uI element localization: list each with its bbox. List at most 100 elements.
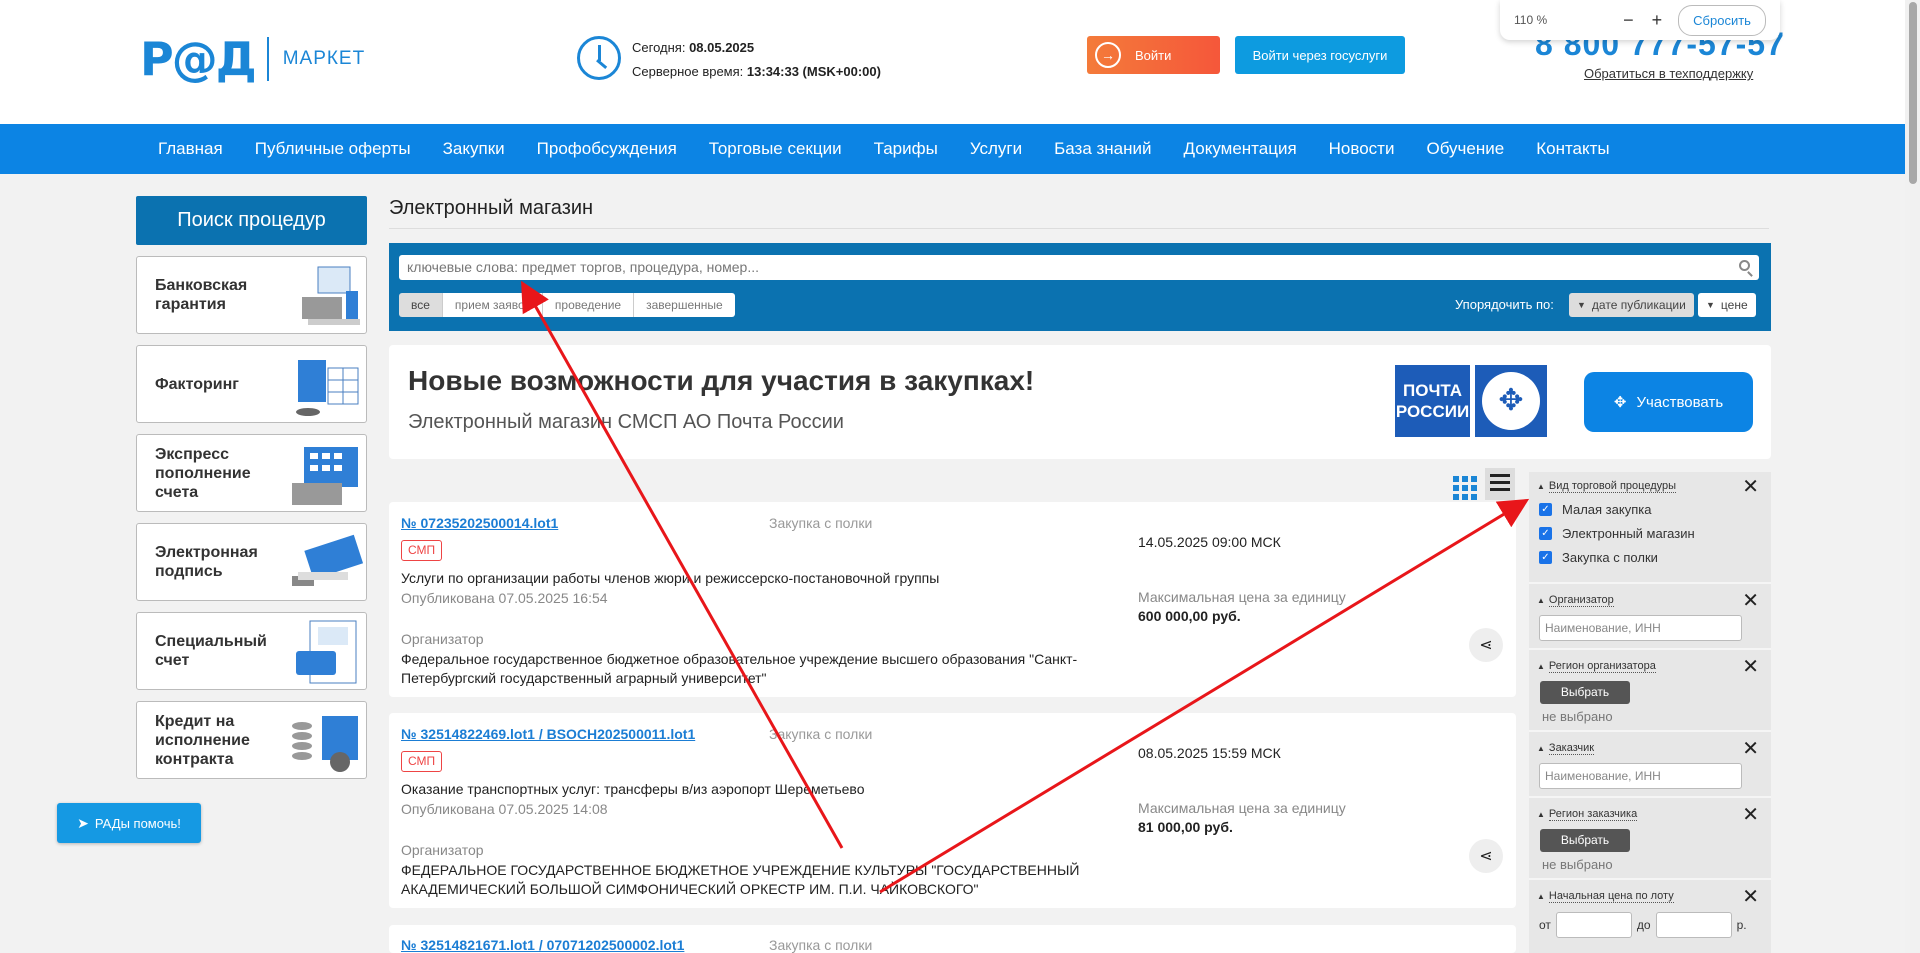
smp-badge: СМП xyxy=(401,540,443,561)
sidebar-card-contract-credit[interactable]: Кредит на исполнение контракта xyxy=(136,701,367,779)
filter-accepting[interactable]: прием заявок xyxy=(442,293,543,317)
filter-in-progress[interactable]: проведение xyxy=(542,293,635,317)
participate-button[interactable]: ✥ Участвовать xyxy=(1584,372,1753,432)
eagle-emblem-icon: ✥ xyxy=(1475,365,1547,437)
today-label: Сегодня: xyxy=(632,40,686,55)
promo-banner: Новые возможности для участия в закупках… xyxy=(389,345,1771,459)
close-icon[interactable]: ✕ xyxy=(1742,739,1759,759)
list-view-icon[interactable] xyxy=(1485,468,1515,500)
price-from-input[interactable] xyxy=(1555,912,1632,938)
procedure-title[interactable]: Оказание транспортных услуг: трансферы в… xyxy=(401,781,865,797)
nav-item-discussions[interactable]: Профобсуждения xyxy=(537,139,677,159)
procedure-card: № 32514822469.lot1 / BSOCH202500011.lot1… xyxy=(389,713,1516,908)
server-time-label: Серверное время: xyxy=(632,64,744,79)
sidebar-card-label: Банковская гарантия xyxy=(155,277,248,313)
close-icon[interactable]: ✕ xyxy=(1742,657,1759,677)
filter-panel: ▲ Вид торговой процедуры ✕ ✓ Малая закупка… xyxy=(1529,472,1771,953)
filter-section-header[interactable]: ▲ Заказчик xyxy=(1537,742,1595,755)
clock-icon xyxy=(577,36,621,80)
procedure-number-link[interactable]: № 32514821671.lot1 / 07071202500002.lot1 xyxy=(401,937,684,953)
share-icon[interactable]: ⋖ xyxy=(1469,839,1503,873)
gosuslugi-login-button[interactable]: Войти через госуслуги xyxy=(1235,36,1405,74)
nav-item-purchases[interactable]: Закупки xyxy=(443,139,505,159)
checkbox-shelf-purchase[interactable]: ✓ Закупка с полки xyxy=(1539,550,1658,565)
close-icon[interactable]: ✕ xyxy=(1742,805,1759,825)
sort-by-price-button[interactable]: ▼ цене xyxy=(1698,293,1756,317)
search-icon[interactable] xyxy=(1739,260,1750,271)
page-scrollbar[interactable] xyxy=(1905,0,1920,953)
filter-section-cust-region: ▲ Регион заказчика ✕ Выбрать не выбрано xyxy=(1529,798,1771,880)
procedure-type: Закупка с полки xyxy=(769,726,873,742)
support-link[interactable]: Обратиться в техподдержку xyxy=(1584,66,1753,81)
nav-item-public-offers[interactable]: Публичные оферты xyxy=(255,139,411,159)
help-telegram-button[interactable]: ➤ РАДы помочь! xyxy=(57,803,201,843)
filter-section-title: Заказчик xyxy=(1548,742,1595,755)
share-icon[interactable]: ⋖ xyxy=(1469,628,1503,662)
zoom-popup: 110 % − + Сбросить xyxy=(1500,0,1780,40)
nav-item-services[interactable]: Услуги xyxy=(970,139,1022,159)
sidebar-card-label: Специальный счет xyxy=(155,633,267,669)
close-icon[interactable]: ✕ xyxy=(1742,887,1759,907)
filter-section-header[interactable]: ▲ Начальная цена по лоту xyxy=(1537,890,1674,903)
nav-item-home[interactable]: Главная xyxy=(158,139,223,159)
scrollbar-thumb[interactable] xyxy=(1909,2,1917,184)
zoom-in-button[interactable]: + xyxy=(1652,10,1663,31)
sidebar-card-express-topup[interactable]: Экспресс пополнение счета xyxy=(136,434,367,512)
sidebar-card-factoring[interactable]: Факторинг xyxy=(136,345,367,423)
customer-input[interactable]: Наименование, ИНН xyxy=(1539,763,1742,789)
sidebar-card-e-signature[interactable]: Электронная подпись xyxy=(136,523,367,601)
filter-section-header[interactable]: ▲ Организатор xyxy=(1537,594,1614,607)
procedure-number-link[interactable]: № 07235202500014.lot1 xyxy=(401,515,558,531)
procedure-title[interactable]: Услуги по организации работы членов жюри… xyxy=(401,570,939,586)
filter-section-header[interactable]: ▲ Регион заказчика xyxy=(1537,808,1638,821)
published-date: Опубликована 07.05.2025 16:54 xyxy=(401,590,608,606)
sidebar-card-bank-guarantee[interactable]: Банковская гарантия xyxy=(136,256,367,334)
filter-completed[interactable]: завершенные xyxy=(634,293,735,317)
currency-label: р. xyxy=(1736,918,1747,932)
filter-section-title: Регион организатора xyxy=(1548,660,1656,673)
sidebar-card-special-account[interactable]: Специальный счет xyxy=(136,612,367,690)
procedure-number-link[interactable]: № 32514822469.lot1 / BSOCH202500011.lot1 xyxy=(401,726,695,742)
deadline-date: 08.05.2025 15:59 МСК xyxy=(1138,745,1281,761)
price-to-input[interactable] xyxy=(1655,912,1732,938)
nav-item-trade-sections[interactable]: Торговые секции xyxy=(709,139,842,159)
close-icon[interactable]: ✕ xyxy=(1742,477,1759,497)
logo-separator xyxy=(266,37,269,81)
nav-item-documentation[interactable]: Документация xyxy=(1184,139,1297,159)
sort-down-icon: ▼ xyxy=(1706,300,1715,310)
pochta-logo: ПОЧТА РОССИИ xyxy=(1395,365,1470,437)
nav-item-news[interactable]: Новости xyxy=(1329,139,1395,159)
price-label: Максимальная цена за единицу xyxy=(1138,589,1346,605)
filter-section-header[interactable]: ▲ Регион организатора xyxy=(1537,660,1656,673)
organizer-input[interactable]: Наименование, ИНН xyxy=(1539,615,1742,641)
login-button[interactable]: → Войти xyxy=(1087,36,1220,74)
price-value: 600 000,00 руб. xyxy=(1138,608,1241,624)
select-cust-region-button[interactable]: Выбрать xyxy=(1540,829,1630,852)
checkbox-e-shop[interactable]: ✓ Электронный магазин xyxy=(1539,526,1695,541)
check-icon: ✓ xyxy=(1539,527,1552,540)
zoom-reset-button[interactable]: Сбросить xyxy=(1678,4,1766,36)
zoom-out-button[interactable]: − xyxy=(1623,10,1634,31)
nav-item-training[interactable]: Обучение xyxy=(1426,139,1504,159)
filter-section-title: Начальная цена по лоту xyxy=(1548,890,1674,903)
nav-item-contacts[interactable]: Контакты xyxy=(1536,139,1609,159)
filter-all[interactable]: все xyxy=(399,293,443,317)
search-procedures-button[interactable]: Поиск процедур xyxy=(136,196,367,245)
sort-by-date-button[interactable]: ▼ дате публикации xyxy=(1569,293,1694,317)
grid-view-icon[interactable] xyxy=(1449,472,1477,500)
search-input[interactable]: ключевые слова: предмет торгов, процедур… xyxy=(399,255,1759,280)
procedure-card: № 07235202500014.lot1 Закупка с полки СМ… xyxy=(389,502,1516,697)
check-icon: ✓ xyxy=(1539,503,1552,516)
procedure-card: № 32514821671.lot1 / 07071202500002.lot1… xyxy=(389,925,1516,953)
status-filters: все прием заявок проведение завершенные xyxy=(399,293,735,317)
nav-item-knowledge-base[interactable]: База знаний xyxy=(1054,139,1151,159)
checkbox-small-purchase[interactable]: ✓ Малая закупка xyxy=(1539,502,1651,517)
close-icon[interactable]: ✕ xyxy=(1742,591,1759,611)
select-org-region-button[interactable]: Выбрать xyxy=(1540,681,1630,704)
site-logo[interactable]: Р@Д МАРКЕТ xyxy=(140,32,365,86)
filter-section-header[interactable]: ▲ Вид торговой процедуры xyxy=(1537,480,1677,493)
nav-item-tariffs[interactable]: Тарифы xyxy=(874,139,938,159)
zoom-level: 110 % xyxy=(1514,13,1548,27)
organizer-name: Федеральное государственное бюджетное об… xyxy=(401,651,1078,686)
organizer-name: ФЕДЕРАЛЬНОЕ ГОСУДАРСТВЕННОЕ БЮДЖЕТНОЕ УЧ… xyxy=(401,862,1080,897)
